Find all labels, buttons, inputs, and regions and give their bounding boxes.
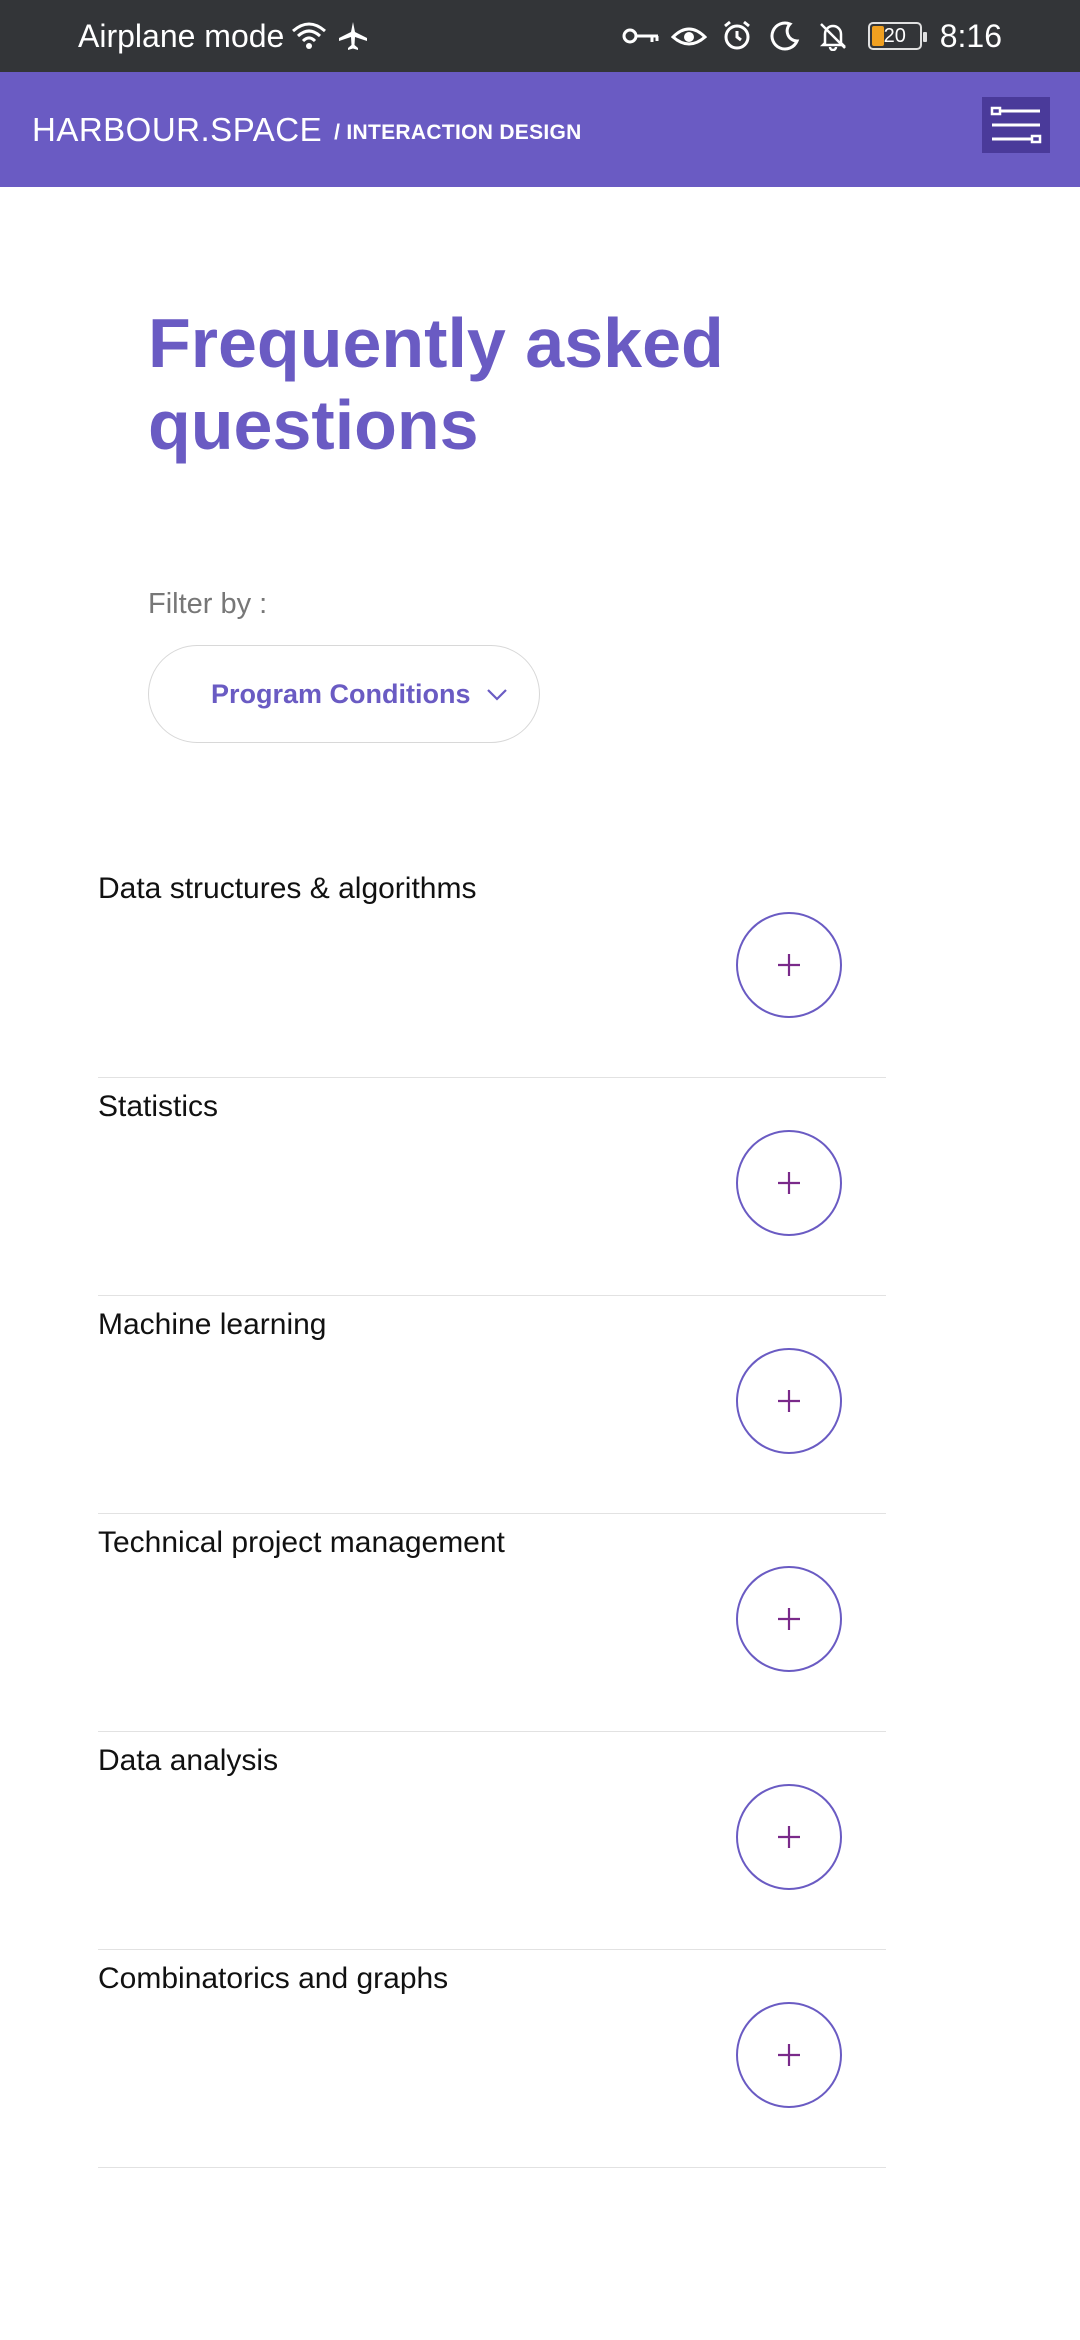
airplane-icon bbox=[334, 17, 372, 55]
battery-icon: 20 bbox=[867, 22, 927, 50]
plus-icon bbox=[778, 1172, 800, 1194]
expand-button[interactable] bbox=[736, 1130, 842, 1236]
chevron-down-icon bbox=[487, 689, 507, 701]
moon-icon bbox=[766, 17, 804, 55]
plus-icon bbox=[778, 1608, 800, 1630]
faq-item[interactable]: Data structures & algorithms bbox=[98, 860, 886, 1078]
plus-icon bbox=[778, 1390, 800, 1412]
page-title: Frequently asked questions bbox=[148, 304, 724, 464]
brand[interactable]: HARBOUR.SPACE / INTERACTION DESIGN bbox=[32, 72, 582, 187]
faq-item[interactable]: Data analysis bbox=[98, 1732, 886, 1950]
plus-icon bbox=[778, 954, 800, 976]
faq-item[interactable]: Combinatorics and graphs bbox=[98, 1950, 886, 2168]
wifi-icon bbox=[290, 17, 328, 55]
alarm-icon bbox=[718, 17, 756, 55]
faq-list: Data structures & algorithms Statistics … bbox=[98, 860, 886, 2168]
plus-icon bbox=[778, 1826, 800, 1848]
brand-name[interactable]: HARBOUR.SPACE bbox=[32, 111, 322, 149]
section-name[interactable]: / INTERACTION DESIGN bbox=[334, 121, 582, 145]
menu-button[interactable] bbox=[982, 97, 1050, 153]
site-header: HARBOUR.SPACE / INTERACTION DESIGN bbox=[0, 72, 1080, 187]
expand-button[interactable] bbox=[736, 912, 842, 1018]
expand-button[interactable] bbox=[736, 1348, 842, 1454]
status-bar: Airplane mode 20 8:16 bbox=[0, 0, 1080, 72]
plus-icon bbox=[778, 2044, 800, 2066]
faq-question[interactable]: Data structures & algorithms bbox=[98, 872, 476, 906]
faq-question[interactable]: Statistics bbox=[98, 1090, 218, 1124]
faq-item[interactable]: Machine learning bbox=[98, 1296, 886, 1514]
bell-off-icon bbox=[814, 17, 852, 55]
faq-question[interactable]: Machine learning bbox=[98, 1308, 326, 1342]
faq-question[interactable]: Technical project management bbox=[98, 1526, 505, 1560]
filter-dropdown[interactable]: Program Conditions bbox=[148, 645, 540, 743]
filter-selected-value: Program Conditions bbox=[211, 678, 471, 709]
faq-question[interactable]: Data analysis bbox=[98, 1744, 278, 1778]
filter-label: Filter by : bbox=[148, 588, 268, 620]
menu-icon bbox=[990, 106, 1042, 144]
faq-item[interactable]: Statistics bbox=[98, 1078, 886, 1296]
eye-icon bbox=[670, 17, 708, 55]
airplane-mode-label: Airplane mode bbox=[78, 17, 285, 54]
expand-button[interactable] bbox=[736, 1566, 842, 1672]
clock: 8:16 bbox=[939, 17, 1002, 54]
battery-level: 20 bbox=[883, 24, 906, 47]
status-left: Airplane mode bbox=[78, 0, 372, 72]
vpn-key-icon bbox=[622, 17, 660, 55]
faq-item[interactable]: Technical project management bbox=[98, 1514, 886, 1732]
expand-button[interactable] bbox=[736, 2002, 842, 2108]
status-right: 20 8:16 bbox=[622, 0, 1002, 72]
faq-question[interactable]: Combinatorics and graphs bbox=[98, 1962, 448, 1996]
expand-button[interactable] bbox=[736, 1784, 842, 1890]
